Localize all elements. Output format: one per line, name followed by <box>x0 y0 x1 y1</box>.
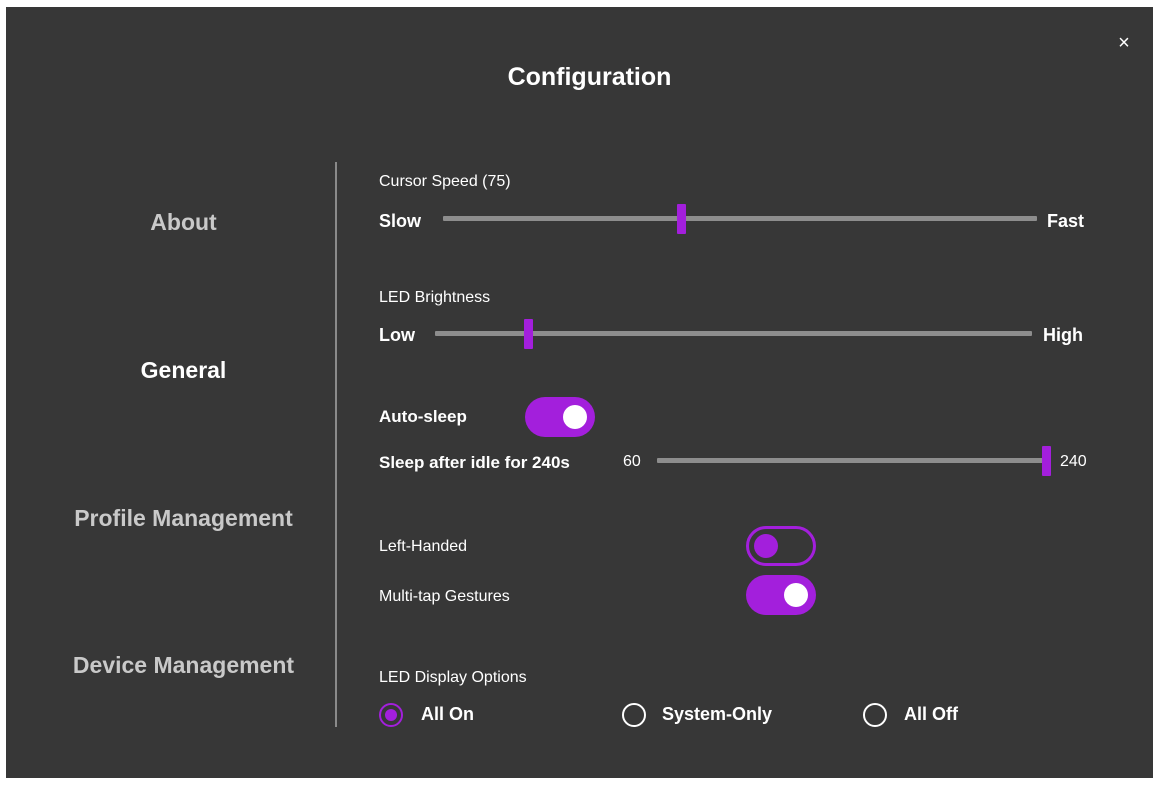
radio-all-off-label[interactable]: All Off <box>904 704 958 725</box>
left-handed-toggle[interactable] <box>746 526 816 566</box>
led-brightness-thumb[interactable] <box>524 319 533 349</box>
auto-sleep-label: Auto-sleep <box>379 407 467 426</box>
led-brightness-min-label: Low <box>379 325 415 345</box>
sleep-idle-max-label: 240 <box>1060 453 1087 470</box>
multitap-toggle[interactable] <box>746 575 816 615</box>
toggle-knob <box>754 534 778 558</box>
dialog-title: Configuration <box>507 63 672 91</box>
sleep-idle-thumb[interactable] <box>1042 446 1051 476</box>
nav-item-about[interactable]: About <box>6 209 361 236</box>
cursor-speed-thumb[interactable] <box>677 204 686 234</box>
cursor-speed-min-label: Slow <box>379 211 422 231</box>
sleep-idle-label: Sleep after idle for 240s <box>379 453 570 472</box>
left-handed-label: Left-Handed <box>379 538 468 555</box>
led-brightness-label: LED Brightness <box>379 289 491 306</box>
radio-all-on-label[interactable]: All On <box>421 704 474 725</box>
radio-all-off[interactable] <box>863 703 887 727</box>
led-brightness-max-label: High <box>1043 325 1083 345</box>
close-icon[interactable]: × <box>1112 31 1136 55</box>
led-display-label: LED Display Options <box>379 669 527 686</box>
config-dialog: × Configuration About General Profile Ma… <box>6 7 1153 778</box>
nav-item-profile-management[interactable]: Profile Management <box>6 505 361 532</box>
radio-all-on[interactable] <box>379 703 403 727</box>
nav-item-general[interactable]: General <box>6 357 361 384</box>
sleep-idle-min-label: 60 <box>623 453 641 470</box>
cursor-speed-label: Cursor Speed (75) <box>379 173 511 190</box>
cursor-speed-track[interactable] <box>443 216 1037 221</box>
toggle-knob <box>784 583 808 607</box>
auto-sleep-toggle[interactable] <box>525 397 595 437</box>
sidebar-divider <box>335 162 337 727</box>
multitap-label: Multi-tap Gestures <box>379 588 510 605</box>
radio-system-only[interactable] <box>622 703 646 727</box>
radio-system-only-label[interactable]: System-Only <box>662 704 772 725</box>
toggle-knob <box>563 405 587 429</box>
cursor-speed-max-label: Fast <box>1047 211 1085 231</box>
sleep-idle-track[interactable] <box>657 458 1047 463</box>
nav-item-device-management[interactable]: Device Management <box>6 652 361 679</box>
